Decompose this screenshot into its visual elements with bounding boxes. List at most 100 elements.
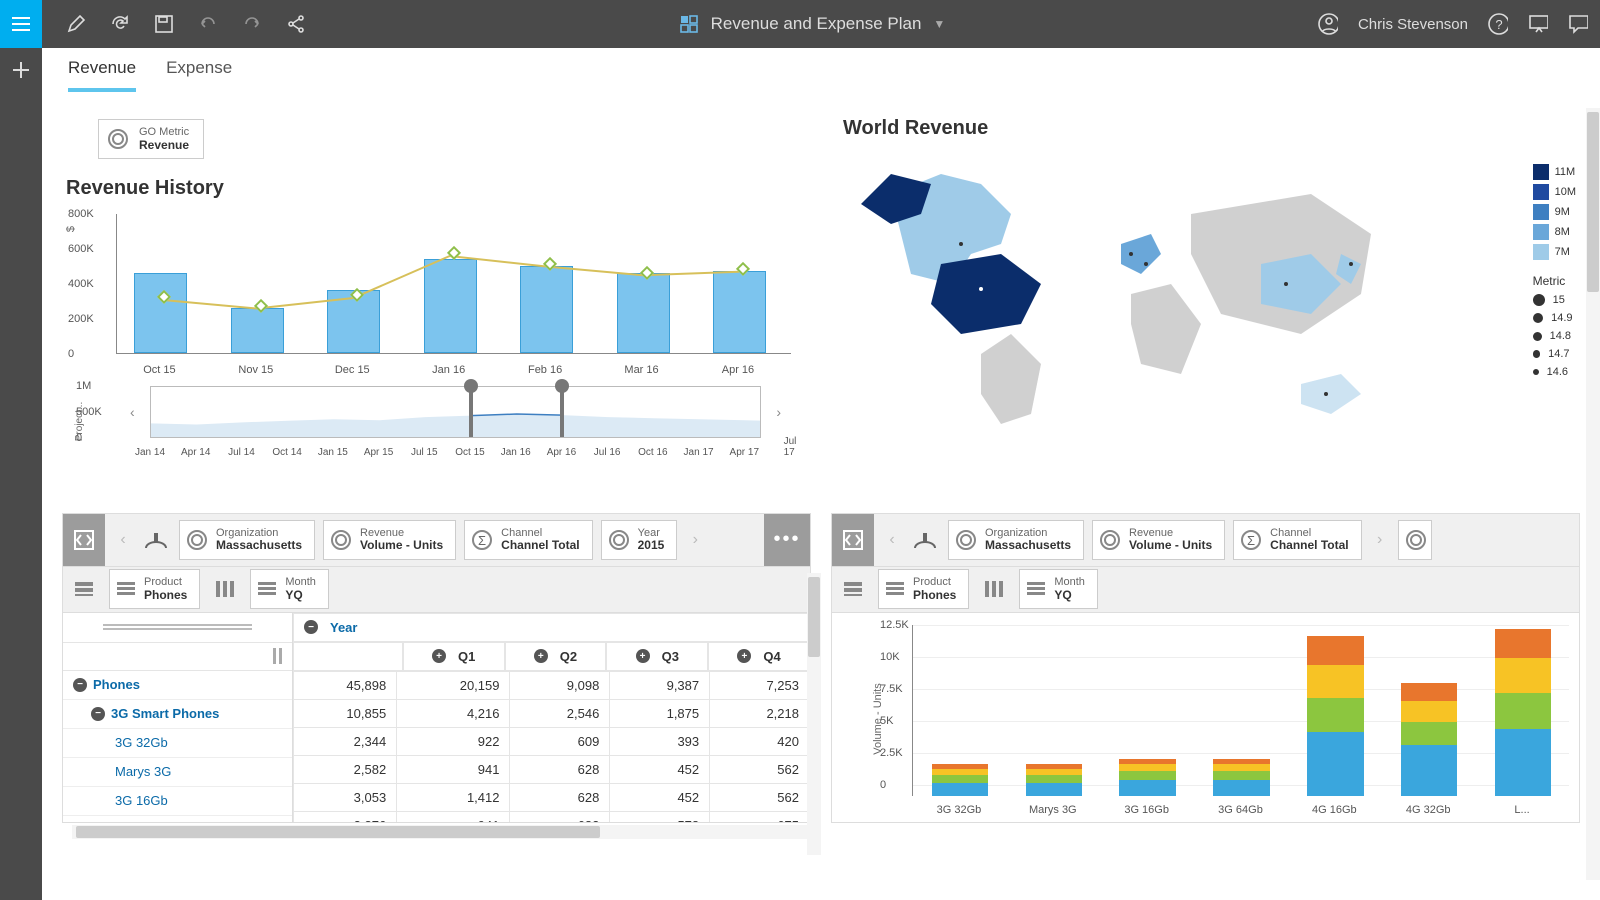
filter-next-button[interactable]: › (1366, 531, 1394, 549)
table-cell[interactable]: 2,344 (294, 727, 397, 755)
share-icon[interactable] (286, 14, 306, 34)
filter-pill[interactable] (1398, 520, 1432, 560)
quarter-header[interactable]: Q2 (560, 649, 577, 664)
datasource-button[interactable] (832, 514, 874, 566)
range-next-button[interactable]: › (776, 404, 781, 420)
stacked-bar[interactable] (1401, 683, 1457, 796)
table-cell[interactable]: 941 (397, 811, 510, 822)
rows-layout-icon[interactable] (832, 567, 874, 611)
time-range-selector[interactable]: Project... ‹ › 0500K1MJan 14Apr 14Jul 14… (116, 386, 791, 456)
subfilter-pill[interactable]: MonthYQ (1019, 569, 1098, 609)
table-cell[interactable]: 393 (610, 727, 710, 755)
table-cell[interactable]: 3,053 (294, 783, 397, 811)
quarter-header[interactable]: Q3 (662, 649, 679, 664)
edit-icon[interactable] (66, 14, 86, 34)
datasource-button[interactable] (63, 514, 105, 566)
expand-toggle-icon[interactable] (91, 707, 105, 721)
undo-icon[interactable] (198, 14, 218, 34)
stacked-bar[interactable] (1213, 759, 1269, 796)
more-options-button[interactable]: ••• (764, 514, 810, 566)
table-row-header[interactable]: 3G 16Gb (63, 787, 292, 816)
filter-prev-button[interactable]: ‹ (109, 531, 137, 549)
table-cell[interactable]: 452 (610, 755, 710, 783)
expand-toggle-icon[interactable] (73, 678, 87, 692)
table-cell[interactable]: 4,216 (397, 699, 510, 727)
panel-scrollbar-horizontal[interactable] (72, 825, 821, 839)
table-row-header[interactable]: 3G 64Gb (63, 816, 292, 823)
filter-pill[interactable]: Year2015 (601, 520, 678, 560)
table-cell[interactable]: 9,098 (510, 671, 610, 699)
filter-pill[interactable]: ΣChannelChannel Total (464, 520, 592, 560)
table-cell[interactable]: 20,159 (397, 671, 510, 699)
year-header[interactable]: Year (330, 620, 357, 635)
columns-layout-icon[interactable] (973, 567, 1015, 611)
stacked-bar[interactable] (932, 764, 988, 796)
expand-quarter-icon[interactable] (636, 649, 650, 663)
table-cell[interactable]: 941 (397, 755, 510, 783)
table-cell[interactable]: 2,546 (510, 699, 610, 727)
subfilter-pill[interactable]: ProductPhones (109, 569, 200, 609)
tab-expense[interactable]: Expense (166, 58, 232, 92)
table-cell[interactable]: 628 (510, 783, 610, 811)
table-cell[interactable]: 2,582 (294, 755, 397, 783)
hamburger-menu-button[interactable] (0, 0, 42, 48)
table-cell[interactable]: 2,876 (294, 811, 397, 822)
save-icon[interactable] (154, 14, 174, 34)
add-sheet-button[interactable] (0, 52, 42, 88)
column-drag-icon[interactable] (272, 646, 284, 666)
presentation-icon[interactable] (1528, 14, 1548, 34)
range-handle[interactable] (560, 389, 564, 437)
filter-pill[interactable]: RevenueVolume - Units (1092, 520, 1225, 560)
subfilter-pill[interactable]: ProductPhones (878, 569, 969, 609)
table-cell[interactable]: 922 (397, 727, 510, 755)
table-cell[interactable]: 1,412 (397, 783, 510, 811)
table-cell[interactable]: 682 (510, 811, 610, 822)
filter-pill[interactable]: RevenueVolume - Units (323, 520, 456, 560)
table-row-header[interactable]: 3G Smart Phones (63, 700, 292, 729)
expand-quarter-icon[interactable] (534, 649, 548, 663)
table-cell[interactable]: 675 (710, 811, 810, 822)
world-map[interactable] (831, 154, 1431, 444)
table-row-header[interactable]: Marys 3G (63, 758, 292, 787)
table-cell[interactable]: 2,218 (710, 699, 810, 727)
data-table[interactable]: Phones3G Smart Phones3G 32GbMarys 3G3G 1… (62, 613, 811, 823)
chevron-down-icon[interactable]: ▼ (933, 17, 945, 31)
range-handle[interactable] (469, 389, 473, 437)
filter-next-button[interactable]: › (681, 531, 709, 549)
filter-pill[interactable]: ΣChannelChannel Total (1233, 520, 1361, 560)
stacked-bar[interactable] (1026, 764, 1082, 796)
stacked-bar[interactable] (1495, 629, 1551, 795)
quarter-header[interactable]: Q1 (458, 649, 475, 664)
refresh-icon[interactable] (110, 14, 130, 34)
table-cell[interactable]: 562 (710, 755, 810, 783)
range-prev-button[interactable]: ‹ (130, 404, 135, 420)
comment-icon[interactable] (1568, 14, 1588, 34)
metric-selector[interactable]: GO Metric Revenue (98, 119, 204, 159)
collapse-year-icon[interactable] (304, 620, 318, 634)
filter-pill[interactable]: OrganizationMassachusetts (179, 520, 315, 560)
revenue-history-chart[interactable]: 0200K400K600K800KOct 15Nov 15Dec 15Jan 1… (116, 214, 791, 374)
table-cell[interactable]: 10,855 (294, 699, 397, 727)
table-cell[interactable]: 45,898 (294, 671, 397, 699)
table-row-header[interactable]: 3G 32Gb (63, 729, 292, 758)
help-icon[interactable]: ? (1488, 14, 1508, 34)
table-cell[interactable]: 9,387 (610, 671, 710, 699)
expand-quarter-icon[interactable] (432, 649, 446, 663)
quarter-header[interactable]: Q4 (763, 649, 780, 664)
table-cell[interactable]: 578 (610, 811, 710, 822)
stacked-bar[interactable] (1307, 636, 1363, 796)
rows-layout-icon[interactable] (63, 567, 105, 611)
stacked-bar[interactable] (1119, 759, 1175, 796)
table-cell[interactable]: 452 (610, 783, 710, 811)
table-cell[interactable]: 562 (710, 783, 810, 811)
table-cell[interactable]: 420 (710, 727, 810, 755)
columns-layout-icon[interactable] (204, 567, 246, 611)
context-icon[interactable] (137, 523, 175, 557)
subfilter-pill[interactable]: MonthYQ (250, 569, 329, 609)
table-row-header[interactable]: Phones (63, 671, 292, 700)
filter-pill[interactable]: OrganizationMassachusetts (948, 520, 1084, 560)
context-icon[interactable] (906, 523, 944, 557)
table-cell[interactable]: 7,253 (710, 671, 810, 699)
filter-prev-button[interactable]: ‹ (878, 531, 906, 549)
table-cell[interactable]: 609 (510, 727, 610, 755)
